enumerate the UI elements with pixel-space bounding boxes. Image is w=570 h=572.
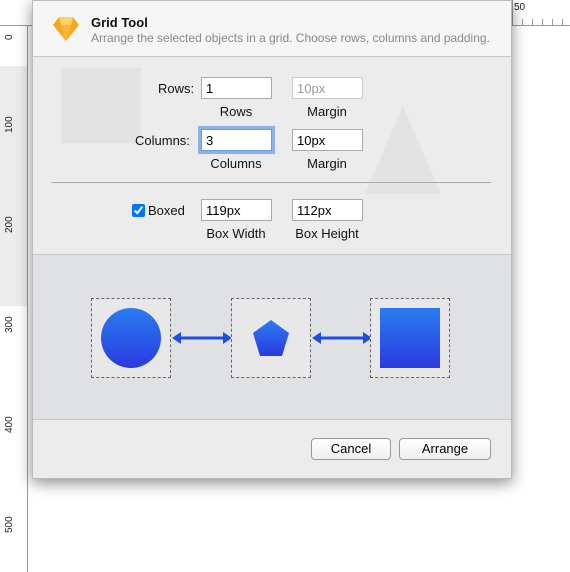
ruler-label: 50	[514, 2, 526, 13]
boxed-checkbox[interactable]: Boxed	[132, 203, 185, 218]
arrow-icon	[312, 332, 372, 344]
pentagon-shape	[253, 320, 289, 356]
rows-input[interactable]	[201, 77, 272, 99]
square-shape	[380, 308, 440, 368]
ruler-label: 500	[4, 516, 15, 533]
left-ruler: 0 100 200 300 400 500	[0, 26, 28, 572]
columns-caption: Columns	[210, 156, 262, 171]
cancel-button[interactable]: Cancel	[311, 438, 391, 460]
ruler-label: 400	[4, 416, 15, 433]
circle-shape	[101, 308, 161, 368]
rows-caption: Rows	[219, 104, 253, 119]
preview-box-circle	[91, 298, 171, 378]
rows-label: Rows:	[158, 81, 195, 96]
row-margin-caption: Margin	[307, 104, 347, 119]
ruler-label: 300	[4, 316, 15, 333]
boxed-checkbox-input[interactable]	[132, 204, 145, 217]
box-width-caption: Box Width	[206, 226, 266, 241]
background-rectangle	[61, 68, 141, 143]
grid-preview	[33, 254, 511, 420]
row-margin-input[interactable]	[292, 77, 363, 99]
preview-box-pentagon	[231, 298, 311, 378]
dialog-title: Grid Tool	[91, 15, 148, 30]
ruler-label: 100	[4, 116, 15, 133]
columns-label: Columns:	[135, 133, 190, 148]
arrow-icon	[172, 332, 232, 344]
columns-input[interactable]	[201, 129, 272, 151]
dialog-subtitle: Arrange the selected objects in a grid. …	[91, 31, 490, 45]
preview-box-square	[370, 298, 450, 378]
box-height-input[interactable]	[292, 199, 363, 221]
grid-tool-dialog: Grid Tool Arrange the selected objects i…	[32, 0, 512, 479]
box-height-caption: Box Height	[295, 226, 359, 241]
divider	[51, 182, 491, 183]
ruler-label: 200	[4, 216, 15, 233]
boxed-label: Boxed	[148, 203, 185, 218]
column-margin-caption: Margin	[307, 156, 347, 171]
dialog-header: Grid Tool Arrange the selected objects i…	[33, 1, 511, 57]
box-width-input[interactable]	[201, 199, 272, 221]
sketch-logo-icon	[53, 17, 79, 41]
column-margin-input[interactable]	[292, 129, 363, 151]
arrange-button[interactable]: Arrange	[399, 438, 491, 460]
ruler-label: 0	[4, 34, 15, 40]
